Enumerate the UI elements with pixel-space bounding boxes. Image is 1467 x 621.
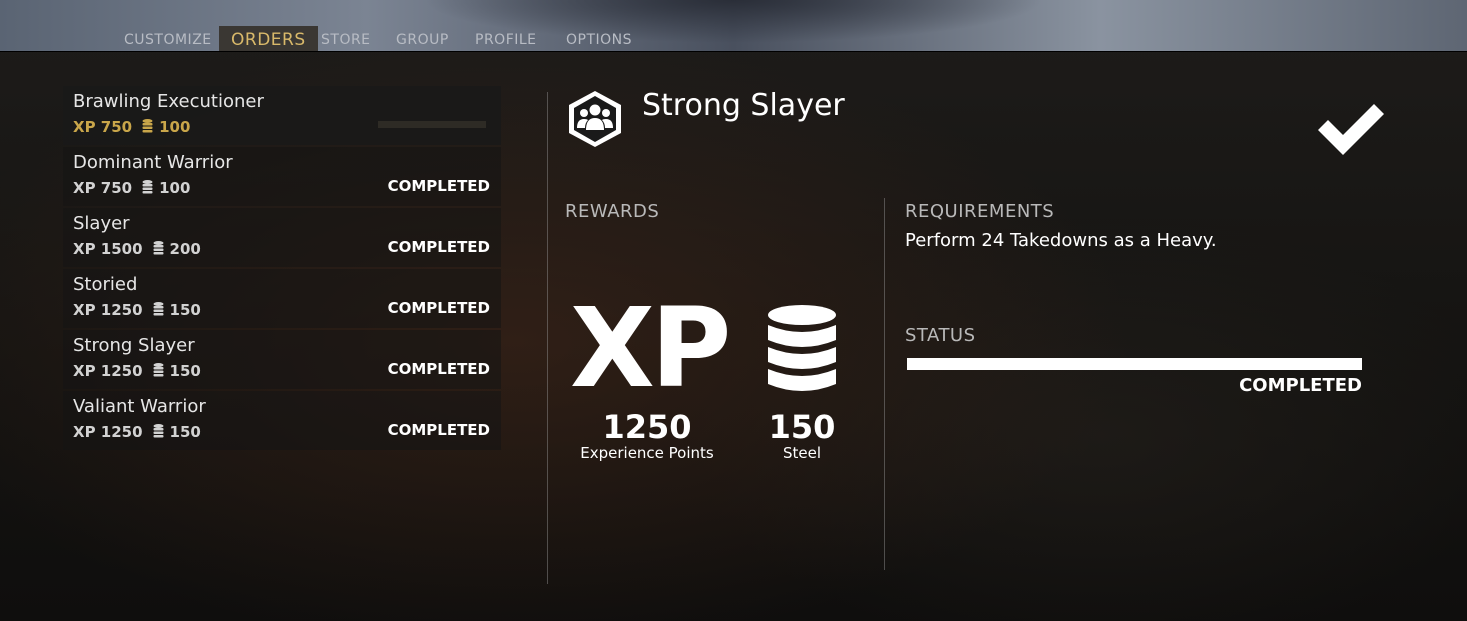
order-name: Dominant Warrior [73,152,233,173]
order-steel: 150 [169,301,201,319]
order-name: Brawling Executioner [73,91,264,112]
order-rewards: XP 1250 150 [73,301,201,319]
order-item[interactable]: Strong Slayer XP 1250 150 COMPLETED [63,330,501,389]
steel-icon [153,302,164,316]
steel-label: Steel [782,444,822,462]
xp-value: 1250 [602,408,692,446]
order-rewards: XP 1500 200 [73,240,201,258]
order-rewards: XP 1250 150 [73,362,201,380]
requirements-text: Perform 24 Takedowns as a Heavy. [905,230,1217,251]
order-name: Storied [73,274,138,295]
order-rewards: XP 750 100 [73,118,190,136]
order-xp: XP 1250 [73,423,143,441]
order-progress-bar [378,121,486,128]
order-rewards: XP 750 100 [73,179,190,197]
order-steel: 100 [159,118,191,136]
order-status: COMPLETED [387,238,490,256]
order-xp: XP 1250 [73,301,143,319]
order-status: COMPLETED [387,360,490,378]
tab-store[interactable]: STORE [321,32,371,48]
tab-group[interactable]: GROUP [396,32,449,48]
order-xp: XP 1250 [73,362,143,380]
divider [547,92,548,584]
order-status: COMPLETED [387,177,490,195]
order-item[interactable]: Dominant Warrior XP 750 100 COMPLETED [63,147,501,206]
order-name: Strong Slayer [73,335,195,356]
order-name: Valiant Warrior [73,396,206,417]
order-item[interactable]: Storied XP 1250 150 COMPLETED [63,269,501,328]
steel-value: 150 [768,408,836,446]
xp-label: Experience Points [580,444,714,462]
order-xp: XP 750 [73,179,133,197]
order-item[interactable]: Valiant Warrior XP 1250 150 COMPLETED [63,391,501,450]
order-steel: 100 [159,179,191,197]
steel-icon [142,119,153,133]
order-steel: 150 [169,423,201,441]
order-status: COMPLETED [387,421,490,439]
order-title: Strong Slayer [642,88,845,123]
status-label: STATUS [905,325,976,346]
order-rewards: XP 1250 150 [73,423,201,441]
steel-icon [768,305,836,391]
group-icon [569,91,621,147]
tab-customize[interactable]: CUSTOMIZE [124,32,212,48]
steel-icon [142,180,153,194]
rewards-label: REWARDS [565,201,660,222]
steel-icon [153,241,164,255]
checkmark-icon [1318,104,1384,155]
tab-options[interactable]: OPTIONS [566,32,632,48]
order-xp: XP 750 [73,118,133,136]
status-text: COMPLETED [1239,375,1362,396]
order-xp: XP 1500 [73,240,143,258]
tab-orders[interactable]: ORDERS [219,26,318,51]
xp-big-label: XP [570,284,731,412]
divider [884,198,885,570]
order-status: COMPLETED [387,299,490,317]
order-steel: 200 [169,240,201,258]
steel-icon [153,363,164,377]
tab-profile[interactable]: PROFILE [475,32,537,48]
order-name: Slayer [73,213,130,234]
status-progress-bar [907,358,1362,370]
requirements-label: REQUIREMENTS [905,201,1055,222]
top-nav-bar: CUSTOMIZE ORDERS STORE GROUP PROFILE OPT… [0,0,1467,52]
order-item[interactable]: Slayer XP 1500 200 COMPLETED [63,208,501,267]
steel-icon [153,424,164,438]
order-item[interactable]: Brawling Executioner XP 750 100 [63,86,501,145]
order-steel: 150 [169,362,201,380]
